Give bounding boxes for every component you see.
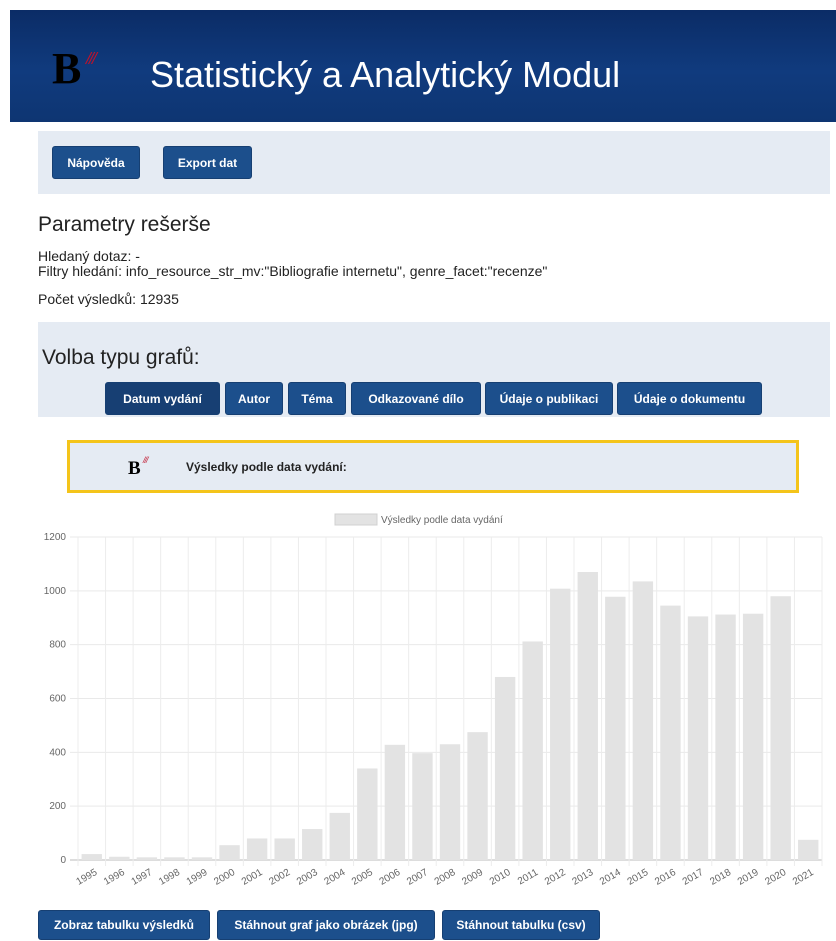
x-tick-label: 1998 — [157, 867, 182, 888]
x-tick-label: 2019 — [736, 867, 761, 888]
x-tick-label: 2004 — [323, 867, 348, 888]
bar-2020 — [770, 596, 791, 860]
y-tick-label: 0 — [60, 855, 66, 866]
y-tick-label: 600 — [49, 694, 66, 705]
x-tick-label: 2018 — [708, 867, 733, 888]
y-tick-label: 400 — [49, 747, 66, 758]
app-title: Statistický a Analytický Modul — [150, 54, 621, 95]
bar-1995 — [81, 854, 102, 860]
bar-2017 — [687, 616, 709, 860]
y-tick-label: 1200 — [44, 532, 67, 543]
x-tick-label: 2014 — [598, 867, 623, 888]
x-tick-label: 2009 — [460, 867, 485, 888]
result-logo-marks: /// — [143, 455, 148, 465]
tab-udaje-o-publikaci[interactable]: Údaje o publikaci — [485, 382, 613, 415]
bar-2011 — [522, 641, 543, 860]
bar-2003 — [302, 829, 323, 860]
help-button[interactable]: Nápověda — [52, 146, 140, 179]
x-tick-label: 2021 — [791, 867, 816, 888]
bar-2013 — [577, 571, 598, 860]
bar-2001 — [246, 838, 268, 860]
legend-label: Výsledky podle data vydání — [381, 515, 503, 526]
y-tick-label: 1000 — [44, 586, 67, 597]
bar-1996 — [109, 856, 130, 860]
bar-1998 — [164, 857, 185, 860]
x-tick-label: 1996 — [102, 867, 127, 888]
bar-2019 — [742, 613, 764, 860]
bar-2012 — [550, 588, 571, 860]
x-tick-label: 2016 — [653, 867, 678, 888]
bar-2021 — [798, 839, 819, 860]
x-tick-label: 2020 — [763, 867, 788, 888]
logo: B — [52, 44, 82, 93]
result-label: Výsledky podle data vydání: — [186, 460, 347, 474]
toolbar: Nápověda Export dat — [38, 131, 830, 194]
tab-udaje-o-dokumentu[interactable]: Údaje o dokumentu — [617, 382, 762, 415]
export-data-button[interactable]: Export dat — [163, 146, 252, 179]
graph-type-heading: Volba typu grafů: — [42, 346, 200, 369]
x-tick-label: 2005 — [350, 867, 375, 888]
show-table-button[interactable]: Zobraz tabulku výsledků — [38, 910, 210, 940]
bar-1999 — [191, 857, 213, 860]
bar-2018 — [715, 614, 736, 860]
x-tick-label: 2012 — [543, 867, 568, 888]
y-tick-label: 800 — [49, 640, 66, 651]
filters-text: Filtry hledání: info_resource_str_mv:"Bi… — [38, 263, 548, 279]
tab-odkazovane-dilo[interactable]: Odkazované dílo — [351, 382, 481, 415]
app-header: B /// Statistický a Analytický Modul — [10, 10, 836, 122]
bar-2014 — [605, 596, 626, 860]
x-tick-label: 2013 — [571, 867, 596, 888]
download-csv-button[interactable]: Stáhnout tabulku (csv) — [442, 910, 600, 940]
bar-1997 — [136, 857, 158, 860]
results-count: Počet výsledků: 12935 — [38, 291, 179, 307]
bar-2005 — [357, 768, 378, 860]
y-tick-label: 200 — [49, 801, 66, 812]
bar-2006 — [384, 744, 406, 860]
results-bar-chart: Výsledky podle data vydání 0 200 400 600 800 1… — [44, 513, 823, 888]
bar-2015 — [632, 581, 654, 860]
tab-datum-vydani[interactable]: Datum vydání — [105, 382, 220, 415]
bar-2007 — [412, 753, 433, 860]
x-tick-label: 2007 — [405, 867, 430, 888]
x-tick-label: 1995 — [75, 867, 100, 888]
bar-2009 — [467, 732, 488, 860]
x-tick-label: 2010 — [488, 867, 513, 888]
query-text: Hledaný dotaz: - — [38, 248, 140, 264]
tab-tema[interactable]: Téma — [288, 382, 346, 415]
bar-2004 — [329, 812, 350, 860]
bar-2008 — [439, 744, 461, 860]
x-tick-label: 2003 — [295, 867, 320, 888]
x-tick-label: 2015 — [626, 867, 651, 888]
logo-marks: /// — [86, 48, 97, 68]
params-heading: Parametry rešerše — [38, 213, 211, 236]
x-tick-label: 1999 — [185, 867, 210, 888]
bar-2010 — [494, 676, 516, 860]
download-image-button[interactable]: Stáhnout graf jako obrázek (jpg) — [217, 910, 435, 940]
x-tick-label: 1997 — [130, 867, 155, 888]
x-tick-label: 2017 — [681, 867, 706, 888]
bar-2016 — [660, 605, 681, 860]
result-header: B /// Výsledky podle data vydání: — [67, 440, 799, 493]
x-tick-label: 2011 — [516, 867, 541, 887]
tab-autor[interactable]: Autor — [225, 382, 283, 415]
x-tick-label: 2002 — [267, 867, 292, 888]
bar-2002 — [274, 838, 295, 860]
x-tick-label: 2006 — [378, 867, 403, 888]
x-tick-label: 2000 — [212, 867, 237, 888]
legend-swatch — [334, 513, 378, 526]
x-tick-label: 2008 — [433, 867, 458, 888]
result-logo: B — [128, 458, 141, 479]
bar-2000 — [219, 845, 240, 860]
x-tick-label: 2001 — [240, 867, 265, 888]
